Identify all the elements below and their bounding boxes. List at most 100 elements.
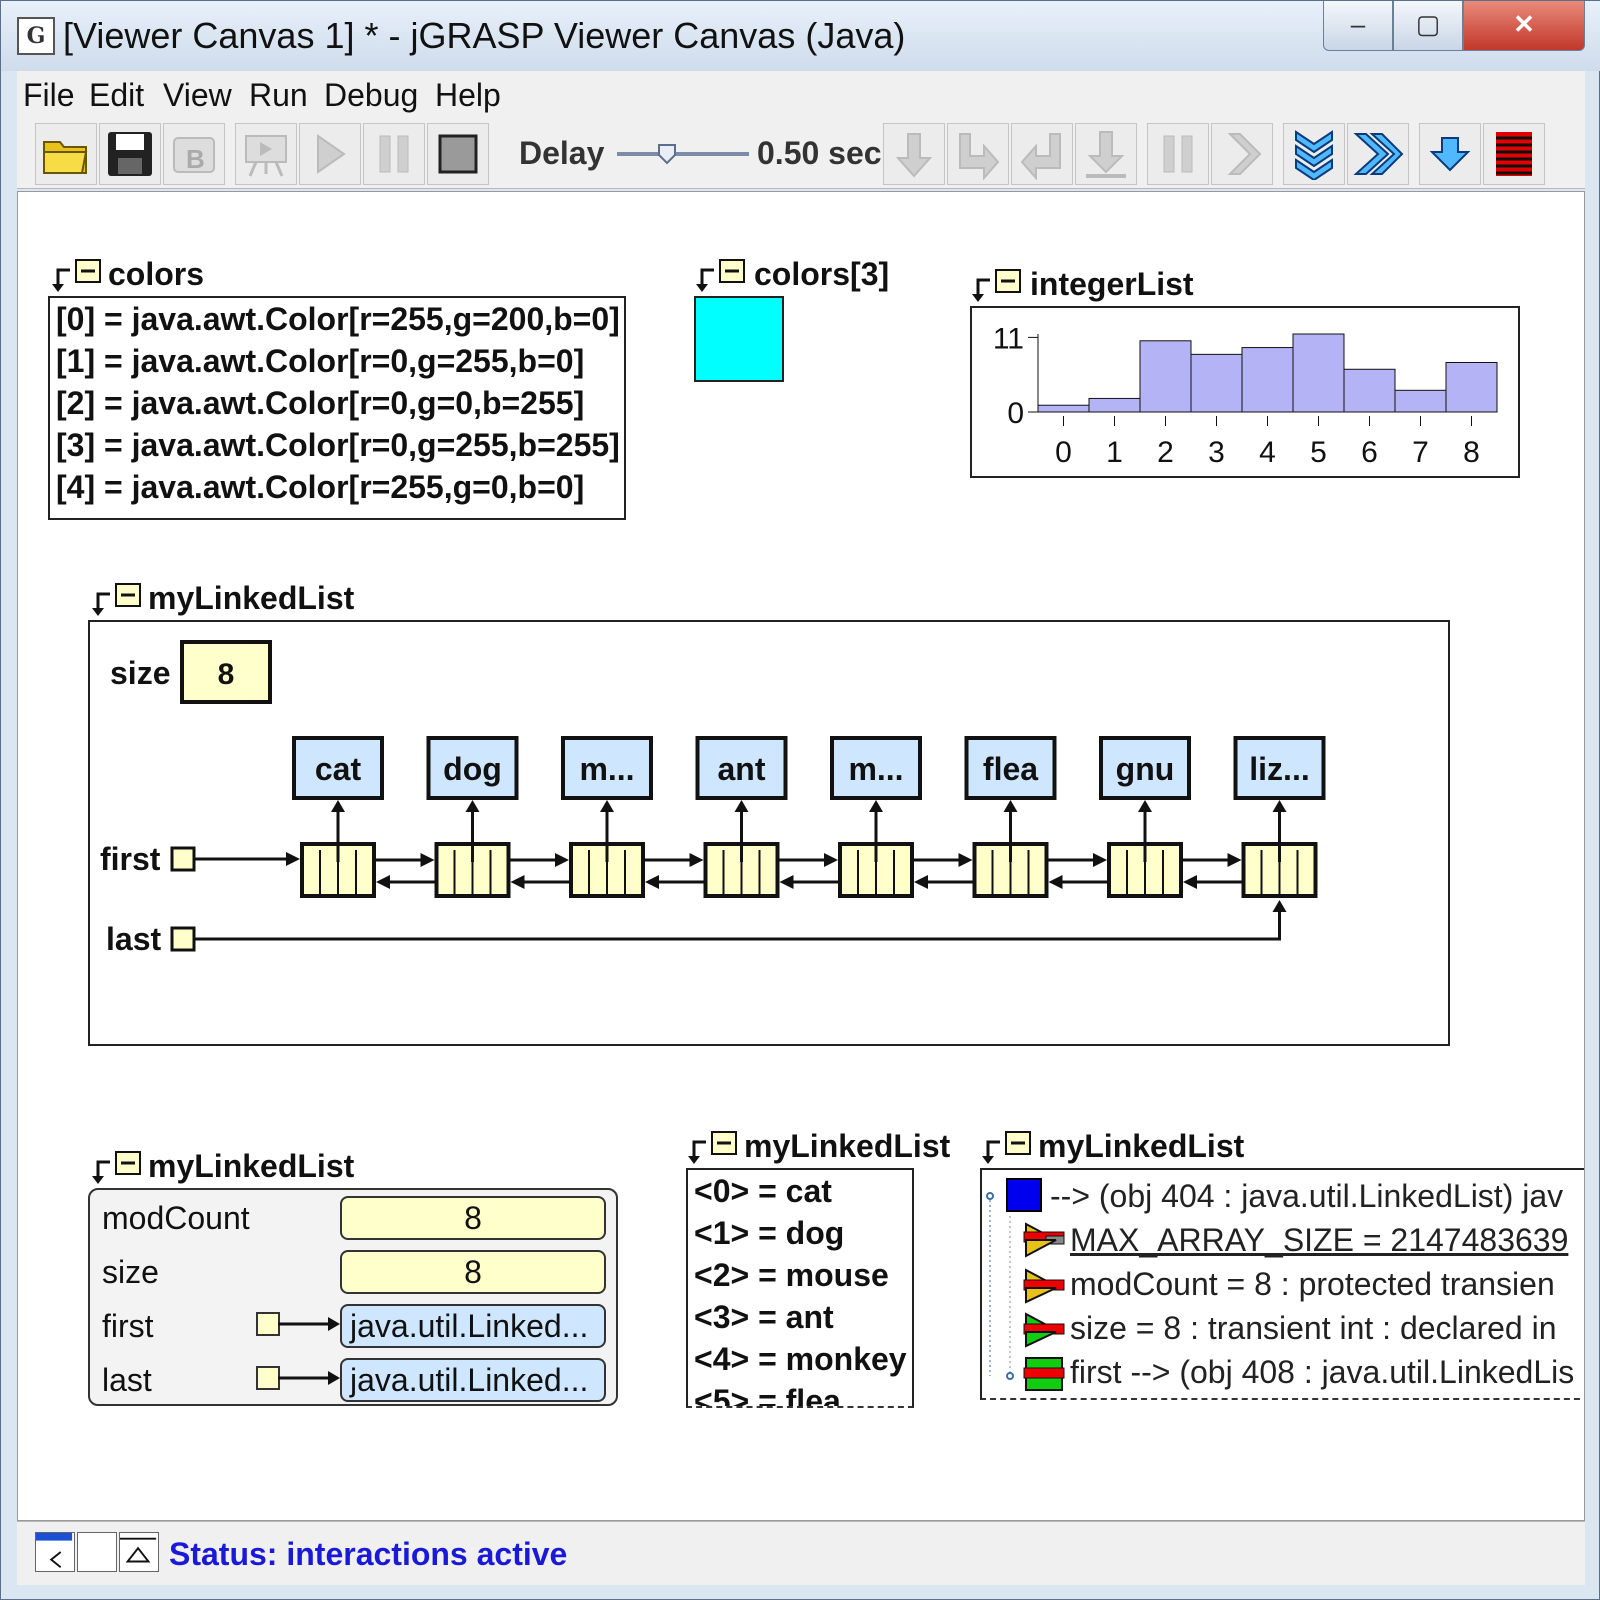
viewer-menu-icon[interactable] (980, 1130, 1036, 1166)
last-field-value[interactable]: java.util.Linked... (340, 1358, 606, 1402)
node-value-label: gnu (1116, 751, 1175, 787)
red-stack-icon (1496, 132, 1532, 176)
fast-forward-button[interactable] (1347, 123, 1409, 185)
node-value-label: liz... (1249, 751, 1309, 787)
bar (1292, 333, 1345, 413)
first-pointer[interactable] (170, 846, 196, 872)
first-field-value[interactable]: java.util.Linked... (340, 1304, 606, 1348)
menu-run[interactable]: Run (249, 77, 308, 114)
x-tick-label: 0 (1055, 436, 1072, 469)
status-bar: Status: interactions active (17, 1521, 1585, 1585)
save-button[interactable] (99, 123, 161, 185)
size-label: size (110, 655, 170, 691)
double-chevron-right-icon (1353, 133, 1404, 175)
x-tick-label: 5 (1310, 436, 1327, 469)
linkedlist-tree-title: myLinkedList (1038, 1128, 1245, 1164)
arrow-down-icon (895, 133, 933, 178)
step-over-button[interactable] (947, 123, 1009, 185)
menu-edit[interactable]: Edit (89, 77, 144, 114)
viewer-menu-icon[interactable] (90, 582, 146, 618)
tree-root-line[interactable]: --> (obj 404 : java.util.LinkedList) jav (1050, 1178, 1563, 1215)
maximize-button[interactable]: ▢ (1393, 1, 1463, 51)
tree-field-first[interactable]: first --> (obj 408 : java.util.LinkedLis (1070, 1354, 1574, 1391)
arrow-head (1048, 875, 1063, 889)
x-tick-label: 1 (1106, 436, 1123, 469)
node-value-label: m... (848, 751, 903, 787)
linkedlist-graphic-title: myLinkedList (148, 580, 355, 616)
pause-icon (379, 135, 409, 173)
linkedlist-fields-viewer: modCount 8 size 8 first java.util.Linked… (88, 1188, 618, 1406)
size-field-value: 8 (340, 1250, 606, 1294)
arrow-head (914, 875, 928, 889)
dock-window-button[interactable] (35, 1532, 75, 1572)
menu-file[interactable]: File (23, 77, 75, 114)
presentation-button[interactable] (235, 123, 297, 185)
stop-icon (438, 134, 478, 174)
suspend-button[interactable] (1147, 123, 1209, 185)
size-field-label: size (102, 1254, 159, 1290)
tree-field-size[interactable]: size = 8 : transient int : declared in (1070, 1310, 1556, 1347)
tree-field-max-array-size[interactable]: MAX_ARRAY_SIZE = 2147483639 (1070, 1222, 1568, 1259)
menu-help[interactable]: Help (435, 77, 501, 114)
step-in-button[interactable] (883, 123, 945, 185)
x-tick-label: 3 (1208, 436, 1225, 469)
viewer-menu-icon[interactable] (50, 258, 106, 294)
size-value: 8 (218, 658, 235, 691)
menu-view[interactable]: View (163, 77, 232, 114)
x-tick-label: 8 (1463, 436, 1480, 469)
modcount-label: modCount (102, 1200, 250, 1236)
viewer-menu-icon[interactable] (686, 1130, 742, 1166)
static-field-icon (1023, 1222, 1065, 1258)
viewer-menu-icon[interactable] (970, 268, 1026, 304)
last-field-pointer[interactable] (256, 1366, 280, 1390)
step-down-button[interactable] (1419, 123, 1481, 185)
menu-debug[interactable]: Debug (324, 77, 418, 114)
triangle-up-icon (120, 1537, 157, 1563)
generate-doc-button[interactable]: B (163, 123, 225, 185)
arrow-head (1003, 800, 1018, 812)
auto-step-button[interactable] (1283, 123, 1345, 185)
first-field-pointer[interactable] (256, 1312, 280, 1336)
array-element: [3] = java.awt.Color[r=0,g=255,b=255] (56, 427, 620, 463)
stack-frames-button[interactable] (1483, 123, 1545, 185)
title-bar: G [Viewer Canvas 1] * - jGRASP Viewer Ca… (1, 1, 1600, 71)
linkedlist-graphic-viewer: size 8 first last cat dog m... ant m... flea g… (88, 620, 1450, 1046)
list-element: <5> = flea (694, 1383, 841, 1408)
bar (1241, 347, 1294, 413)
list-element: <0> = cat (694, 1173, 832, 1209)
minimize-button[interactable]: – (1323, 1, 1393, 51)
play-button[interactable] (299, 123, 361, 185)
run-to-cursor-button[interactable] (1075, 123, 1137, 185)
blank-window-button[interactable] (77, 1532, 117, 1572)
viewer-menu-icon[interactable] (90, 1150, 146, 1186)
bar (1343, 368, 1396, 413)
arrow-head (1272, 800, 1287, 812)
viewer-canvas[interactable]: colors [0] = java.awt.Color[r=255,g=200,… (17, 191, 1585, 1521)
raise-window-button[interactable] (119, 1532, 159, 1572)
delay-label: Delay (519, 135, 605, 171)
node-value-label: ant (718, 751, 766, 787)
jgrasp-app-icon[interactable]: G (17, 17, 55, 55)
triple-chevron-down-icon (1295, 130, 1333, 180)
open-folder-button[interactable] (35, 123, 97, 185)
linkedlist-diagram: size 8 first last cat dog m... ant m... flea g… (100, 640, 1326, 957)
array-element: [1] = java.awt.Color[r=0,g=255,b=0] (56, 343, 585, 379)
close-button[interactable]: ✕ (1463, 1, 1585, 51)
last-pointer[interactable] (170, 926, 196, 952)
play-icon (317, 134, 346, 174)
colors3-viewer-title: colors[3] (754, 256, 890, 292)
step-over-icon (959, 133, 1000, 180)
arrow-head (465, 800, 480, 812)
stop-button[interactable] (427, 123, 489, 185)
last-arrow (194, 910, 1281, 941)
viewer-menu-icon[interactable] (694, 258, 750, 294)
pause-button[interactable] (363, 123, 425, 185)
step-out-button[interactable] (1011, 123, 1073, 185)
linkedlist-elements-viewer: <0> = cat <1> = dog <2> = mouse <3> = an… (686, 1168, 914, 1408)
node-value-label: m... (579, 751, 634, 787)
last-label: last (106, 921, 161, 957)
array-element: [0] = java.awt.Color[r=255,g=200,b=0] (56, 301, 620, 337)
resume-button[interactable] (1211, 123, 1273, 185)
tree-field-modcount[interactable]: modCount = 8 : protected transien (1070, 1266, 1555, 1303)
delay-slider[interactable] (615, 139, 751, 169)
